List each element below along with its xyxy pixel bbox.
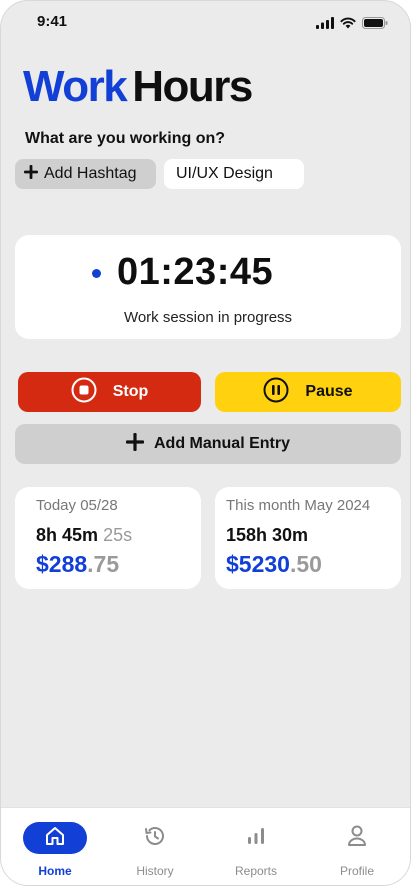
- tab-profile-pill: [325, 822, 389, 854]
- timer-card: 01:23:45 Work session in progress: [15, 235, 401, 339]
- month-amount-cents: .50: [289, 551, 322, 577]
- plus-icon: [24, 164, 38, 184]
- battery-icon: [362, 16, 388, 34]
- month-hours: 158h 30m: [226, 525, 309, 545]
- today-amount-cents: .75: [87, 551, 120, 577]
- timer-display: 01:23:45: [117, 251, 274, 293]
- timer-status: Work session in progress: [123, 309, 293, 326]
- add-hashtag-button[interactable]: Add Hashtag: [15, 159, 156, 189]
- today-amount-whole: $288: [36, 551, 88, 577]
- history-icon: [143, 824, 167, 853]
- today-hours-value: 8h 45m: [36, 525, 99, 545]
- month-summary-card[interactable]: This month May 2024 158h 30m $5230.50: [215, 487, 401, 589]
- tab-reports-pill: [224, 822, 288, 854]
- signal-icon: [316, 16, 334, 34]
- recording-indicator: [92, 269, 101, 278]
- today-label: Today 05/28: [36, 497, 118, 514]
- tab-reports[interactable]: Reports: [216, 822, 296, 878]
- add-manual-entry-label: Add Manual Entry: [153, 435, 290, 452]
- tab-history-label: History: [136, 864, 174, 878]
- reports-icon: [245, 825, 267, 852]
- tab-history-pill: [123, 822, 187, 854]
- month-amount-whole: $5230: [226, 551, 290, 577]
- month-earnings: $5230.50: [226, 551, 322, 578]
- today-earnings: $288.75: [36, 551, 119, 578]
- pause-button[interactable]: Pause: [215, 372, 401, 412]
- logo-hours: Hours: [132, 62, 253, 111]
- tab-history[interactable]: History: [115, 822, 195, 878]
- today-seconds: 25s: [103, 525, 133, 545]
- plus-icon: [125, 432, 144, 456]
- tab-reports-label: Reports: [234, 864, 278, 878]
- status-bar: 9:41: [1, 13, 410, 35]
- home-icon: [44, 825, 66, 852]
- pause-icon: [263, 377, 289, 408]
- app-screen: 9:41 Work Hours What are you working on? …: [0, 0, 411, 886]
- profile-icon: [346, 824, 368, 853]
- tag-row: Add Hashtag UI/UX Design: [15, 159, 304, 189]
- logo-work: Work: [23, 62, 128, 111]
- pause-label: Pause: [305, 383, 353, 400]
- month-label: This month May 2024: [226, 497, 371, 514]
- wifi-icon: [340, 16, 356, 34]
- app-logo: Work Hours: [23, 61, 253, 113]
- hashtag-chip[interactable]: UI/UX Design: [164, 159, 304, 189]
- stop-label: Stop: [112, 383, 149, 400]
- stop-icon: [71, 377, 97, 408]
- tab-home-pill: [23, 822, 87, 854]
- bottom-tab-bar: Home History Reports Profile: [1, 807, 410, 885]
- status-time: 9:41: [37, 13, 68, 30]
- status-icons: [316, 16, 388, 34]
- task-question: What are you working on?: [25, 130, 226, 147]
- tab-profile[interactable]: Profile: [317, 822, 397, 878]
- tab-home-label: Home: [38, 864, 72, 878]
- add-hashtag-label: Add Hashtag: [44, 165, 137, 182]
- today-hours: 8h 45m 25s: [36, 525, 132, 546]
- stop-button[interactable]: Stop: [18, 372, 201, 412]
- today-summary-card[interactable]: Today 05/28 8h 45m 25s $288.75: [15, 487, 201, 589]
- add-manual-entry-button[interactable]: Add Manual Entry: [15, 424, 401, 464]
- tab-home[interactable]: Home: [15, 822, 95, 878]
- tab-profile-label: Profile: [339, 864, 374, 878]
